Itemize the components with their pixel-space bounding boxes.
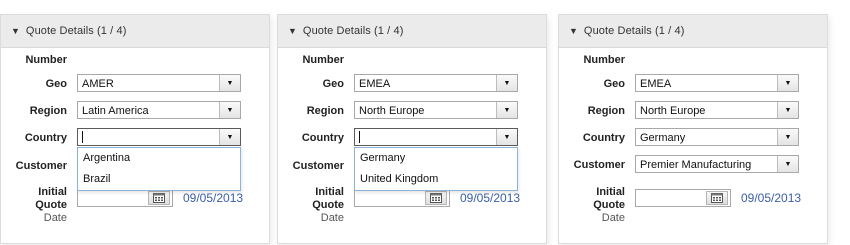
dropdown-arrow-icon[interactable]: ▼ xyxy=(777,75,798,91)
initial-quote-date-input[interactable] xyxy=(635,189,731,207)
calendar-icon[interactable] xyxy=(706,191,728,205)
customer-label: Customer xyxy=(573,159,625,171)
customer-select-value: Premier Manufacturing xyxy=(640,159,752,171)
collapse-triangle-icon[interactable]: ▼ xyxy=(11,26,20,36)
initial-quote-date-input[interactable] xyxy=(354,189,450,207)
region-label: Region xyxy=(306,105,344,117)
dropdown-arrow-icon[interactable]: ▼ xyxy=(219,102,240,118)
geo-select-value: EMEA xyxy=(640,78,672,90)
dropdown-arrow-icon[interactable]: ▼ xyxy=(777,156,798,172)
calendar-icon[interactable] xyxy=(148,191,170,205)
dropdown-arrow-icon[interactable]: ▼ xyxy=(777,102,798,118)
country-label: Country xyxy=(24,132,67,144)
geo-label: Geo xyxy=(603,78,625,90)
initial-quote-date-label: Initial Quote Date xyxy=(593,186,625,224)
region-label: Region xyxy=(587,105,625,117)
region-select-value: North Europe xyxy=(359,105,425,117)
customer-label: Customer xyxy=(15,160,67,172)
initial-quote-date-label: Initial Quote Date xyxy=(312,186,344,224)
region-select-value: North Europe xyxy=(640,105,706,117)
panel-header[interactable]: ▼ Quote Details (1 / 4) xyxy=(1,15,269,48)
panel-header[interactable]: ▼ Quote Details (1 / 4) xyxy=(278,15,546,48)
dropdown-option[interactable]: Germany xyxy=(355,148,517,169)
dropdown-arrow-icon[interactable]: ▼ xyxy=(219,129,240,145)
panel-title: Quote Details (1 / 4) xyxy=(302,25,404,37)
dropdown-arrow-icon[interactable]: ▼ xyxy=(496,75,517,91)
number-label: Number xyxy=(583,54,625,66)
dropdown-option[interactable]: United Kingdom xyxy=(355,169,517,190)
dropdown-arrow-icon[interactable]: ▼ xyxy=(496,129,517,145)
geo-select-value: AMER xyxy=(82,78,114,90)
region-label: Region xyxy=(29,105,67,117)
number-label: Number xyxy=(302,54,344,66)
date-display: 09/05/2013 xyxy=(183,191,244,205)
initial-quote-date-input[interactable] xyxy=(77,189,173,207)
geo-label: Geo xyxy=(45,78,67,90)
dropdown-arrow-icon[interactable]: ▼ xyxy=(496,102,517,118)
initial-quote-date-label: Initial Quote Date xyxy=(35,186,67,224)
collapse-triangle-icon[interactable]: ▼ xyxy=(288,26,297,36)
country-dropdown-list: Germany United Kingdom xyxy=(354,147,518,191)
country-select[interactable]: Germany ▼ xyxy=(635,128,799,146)
dropdown-arrow-icon[interactable]: ▼ xyxy=(219,75,240,91)
country-dropdown-list: Argentina Brazil xyxy=(77,147,241,191)
text-caret xyxy=(82,131,83,143)
region-select-value: Latin America xyxy=(82,105,149,117)
customer-label: Customer xyxy=(292,160,344,172)
panel-title: Quote Details (1 / 4) xyxy=(583,25,685,37)
country-select[interactable]: ▼ xyxy=(354,128,518,146)
region-select[interactable]: Latin America ▼ xyxy=(77,101,241,119)
region-select[interactable]: North Europe ▼ xyxy=(635,101,799,119)
customer-select[interactable]: Premier Manufacturing ▼ xyxy=(635,155,799,173)
geo-select-value: EMEA xyxy=(359,78,391,90)
panel-header[interactable]: ▼ Quote Details (1 / 4) xyxy=(559,15,827,48)
country-select[interactable]: ▼ xyxy=(77,128,241,146)
country-select-value: Germany xyxy=(640,132,686,144)
quote-details-panel-3: ▼ Quote Details (1 / 4) Number Geo EMEA … xyxy=(558,14,828,244)
region-select[interactable]: North Europe ▼ xyxy=(354,101,518,119)
country-label: Country xyxy=(301,132,344,144)
geo-select[interactable]: EMEA ▼ xyxy=(635,74,799,92)
geo-label: Geo xyxy=(322,78,344,90)
collapse-triangle-icon[interactable]: ▼ xyxy=(569,26,578,36)
quote-details-panel-2: ▼ Quote Details (1 / 4) Number Geo EMEA … xyxy=(277,14,547,244)
date-display: 09/05/2013 xyxy=(460,191,521,205)
calendar-icon[interactable] xyxy=(425,191,447,205)
geo-select[interactable]: AMER ▼ xyxy=(77,74,241,92)
country-label: Country xyxy=(582,132,625,144)
dropdown-option[interactable]: Brazil xyxy=(78,169,240,190)
quote-details-panel-1: ▼ Quote Details (1 / 4) Number Geo AMER … xyxy=(0,14,270,244)
geo-select[interactable]: EMEA ▼ xyxy=(354,74,518,92)
text-caret xyxy=(359,131,360,143)
dropdown-arrow-icon[interactable]: ▼ xyxy=(777,129,798,145)
dropdown-option[interactable]: Argentina xyxy=(78,148,240,169)
panel-title: Quote Details (1 / 4) xyxy=(25,25,127,37)
date-display: 09/05/2013 xyxy=(741,191,802,205)
number-label: Number xyxy=(25,54,67,66)
